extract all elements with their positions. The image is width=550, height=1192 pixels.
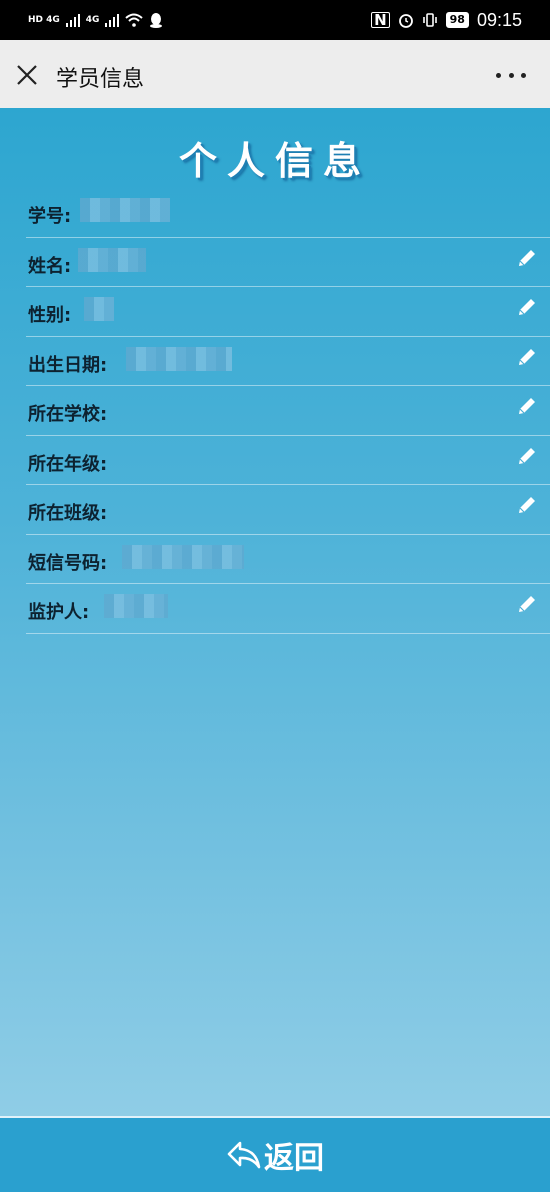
label-first-char: 短 xyxy=(28,552,46,574)
field-row-school[interactable]: 所在学校: xyxy=(26,386,550,436)
label-first-char: 所 xyxy=(28,404,46,425)
status-left: HD 4G 4G xyxy=(28,6,163,34)
network-label-2: 4G xyxy=(85,15,100,25)
field-row-guardian[interactable]: 监护人: xyxy=(26,584,550,634)
field-value-redacted xyxy=(80,198,170,222)
field-label: 出生日期: xyxy=(28,354,108,376)
label-first-char: 学 xyxy=(28,206,46,227)
dot-icon xyxy=(521,72,526,78)
field-value-redacted xyxy=(78,247,146,272)
more-options-button[interactable] xyxy=(496,70,526,80)
battery-icon: 98 xyxy=(445,12,469,28)
field-label: 学号: xyxy=(28,206,72,227)
nfc-icon: N xyxy=(371,12,390,28)
edit-pencil-icon[interactable] xyxy=(516,247,538,269)
field-row-sms-number: 短信号码: xyxy=(26,535,550,584)
edit-pencil-icon[interactable] xyxy=(516,593,538,615)
field-label: 所在班级: xyxy=(28,503,108,524)
signal-icon-2 xyxy=(105,13,120,27)
vibrate-icon xyxy=(422,13,437,27)
back-arrow-icon xyxy=(227,1141,261,1169)
edit-pencil-icon[interactable] xyxy=(516,346,538,368)
section-heading: 个人信息 xyxy=(178,139,371,183)
back-button-content: 返回 xyxy=(226,1133,324,1177)
edit-pencil-icon[interactable] xyxy=(516,445,538,467)
status-bar: HD 4G 4G N 98 09:15 xyxy=(0,0,550,40)
edit-pencil-icon[interactable] xyxy=(516,296,538,318)
field-value-redacted xyxy=(104,594,168,618)
field-value-redacted xyxy=(84,297,114,321)
network-indicator-1: HD 4G xyxy=(28,15,60,25)
field-row-grade[interactable]: 所在年级: xyxy=(26,436,550,485)
field-row-student-id: 学号: xyxy=(26,188,550,238)
field-row-gender[interactable]: 性别: xyxy=(26,287,550,337)
label-first-char: 出 xyxy=(28,354,46,376)
wifi-icon xyxy=(125,13,144,27)
dot-icon xyxy=(508,72,514,78)
field-row-class[interactable]: 所在班级: xyxy=(26,485,550,535)
page-title: 学员信息 xyxy=(56,67,145,92)
label-first-char: 性 xyxy=(28,305,46,326)
clock: 09:15 xyxy=(476,9,522,30)
edit-pencil-icon[interactable] xyxy=(516,395,538,417)
field-value-redacted xyxy=(122,544,244,569)
dot-icon xyxy=(496,72,501,78)
status-right: N 98 09:15 xyxy=(371,10,522,30)
label-first-char: 姓 xyxy=(28,255,46,277)
back-button[interactable]: 返回 xyxy=(0,1116,550,1192)
field-row-name[interactable]: 姓名: xyxy=(26,238,550,287)
label-first-char: 所 xyxy=(28,453,46,475)
network-indicator-2: 4G xyxy=(86,15,100,25)
close-icon[interactable] xyxy=(14,62,40,88)
alarm-icon xyxy=(398,14,413,28)
field-label: 所在年级: xyxy=(28,453,108,475)
label-first-char: 监 xyxy=(28,602,46,623)
field-label: 性别: xyxy=(28,305,72,326)
field-row-birthdate[interactable]: 出生日期: xyxy=(26,337,550,386)
edit-pencil-icon[interactable] xyxy=(516,494,538,516)
field-label: 监护人: xyxy=(28,602,90,623)
label-first-char: 所 xyxy=(28,503,46,524)
main-content: 个人信息 学号: 姓名: 性别: 出生日期: 所在学校: 所在年级: 所在班级:… xyxy=(0,108,550,1116)
signal-icon xyxy=(65,13,80,27)
field-value-redacted xyxy=(126,346,232,371)
field-label: 所在学校: xyxy=(28,404,108,425)
field-label: 短信号码: xyxy=(28,552,108,574)
title-bar: 学员信息 xyxy=(0,40,550,108)
network-label-1: HD 4G xyxy=(28,15,60,25)
back-label: 返回 xyxy=(264,1141,324,1176)
info-list: 学号: 姓名: 性别: 出生日期: 所在学校: 所在年级: 所在班级: 短信号码… xyxy=(0,188,550,634)
field-label: 姓名: xyxy=(28,255,72,277)
qq-icon xyxy=(150,13,163,28)
